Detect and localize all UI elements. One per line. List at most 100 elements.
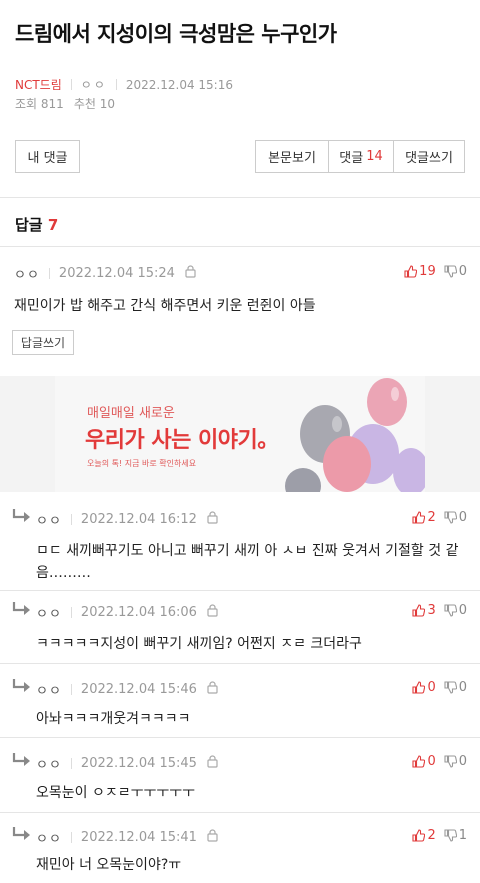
comment-author: ㅇㅇ	[36, 607, 62, 622]
downvote-button[interactable]: 0	[444, 680, 467, 695]
comment-votes: 19 0	[404, 264, 467, 279]
downvote-count: 0	[458, 680, 467, 695]
reply-arrow-icon	[12, 753, 30, 766]
comment-date: 2022.12.04 16:12	[80, 512, 197, 527]
comment-author: ㅇㅇ	[36, 514, 62, 529]
comments-button[interactable]: 댓글 14	[328, 141, 393, 172]
divider	[0, 246, 480, 247]
comment-date: 2022.12.04 15:24	[58, 266, 175, 281]
divider	[70, 832, 72, 843]
comment-text: 재민이가 밥 해주고 간식 해주면서 키운 런쥔이 아들	[14, 298, 316, 314]
lock-icon	[207, 511, 218, 528]
reply-arrow-icon	[12, 509, 30, 522]
divider	[70, 79, 72, 90]
comment-text: ㅋㅋㅋㅋㅋ지성이 뻐꾸기 새끼임? 어쩐지 ㅈㄹ 크더라구	[36, 636, 362, 652]
ad-tagline: 매일매일 새로운	[87, 406, 175, 421]
downvote-button[interactable]: 1	[444, 828, 467, 843]
upvote-button[interactable]: 0	[412, 680, 436, 695]
comment-meta: ㅇㅇ 2022.12.04 15:41	[36, 828, 218, 847]
post-stats: 조회 811 추천 10	[15, 95, 115, 112]
post-author: ㅇㅇ	[80, 78, 107, 92]
divider	[0, 663, 480, 664]
post-meta: NCT드림 ㅇㅇ 2022.12.04 15:16	[15, 76, 233, 93]
balloons-illustration	[285, 378, 425, 492]
view-post-button[interactable]: 본문보기	[256, 141, 328, 172]
ad-banner[interactable]: 매일매일 새로운 우리가 사는 이야기。 오늘의 톡! 지금 바로 확인하세요	[0, 376, 480, 492]
reply-arrow-icon	[12, 679, 30, 692]
view-count: 조회 811	[15, 97, 64, 111]
divider	[0, 812, 480, 813]
post-date: 2022.12.04 15:16	[125, 77, 233, 92]
comment-meta: ㅇㅇ 2022.12.04 15:45	[36, 754, 218, 773]
comment-date: 2022.12.04 15:45	[80, 756, 197, 771]
comments-label: 댓글	[339, 151, 364, 166]
downvote-button[interactable]: 0	[444, 754, 467, 769]
board-name[interactable]: NCT드림	[15, 76, 62, 93]
lock-icon	[207, 681, 218, 698]
comment-author: ㅇㅇ	[36, 684, 62, 699]
comment-author: ㅇㅇ	[14, 268, 40, 283]
upvote-count: 0	[427, 680, 436, 695]
thumbs-up-icon	[412, 755, 426, 768]
upvote-button[interactable]: 19	[404, 264, 436, 279]
comment-text: ㅁㄷ 새끼뻐꾸기도 아니고 뻐꾸기 새끼 아 ㅅㅂ 진짜 웃겨서 기절할 것 같…	[36, 543, 459, 581]
downvote-count: 0	[458, 510, 467, 525]
downvote-button[interactable]: 0	[444, 603, 467, 618]
replies-heading: 답글 7	[15, 214, 58, 235]
ad-caption: 오늘의 톡! 지금 바로 확인하세요	[87, 459, 197, 468]
thumbs-down-icon	[444, 511, 457, 524]
comment-votes: 0 0	[412, 680, 467, 695]
divider	[0, 197, 480, 198]
comment-actions: 본문보기 댓글 14 댓글쓰기	[255, 140, 465, 173]
upvote-count: 19	[419, 264, 436, 279]
comment-text: 아놔ㅋㅋㅋ개웃겨ㅋㅋㅋㅋ	[36, 711, 191, 727]
thumbs-up-icon	[404, 265, 418, 278]
thumbs-down-icon	[444, 604, 457, 617]
upvote-button[interactable]: 2	[412, 828, 436, 843]
downvote-button[interactable]: 0	[444, 510, 467, 525]
upvote-button[interactable]: 3	[412, 603, 436, 618]
reply-arrow-icon	[12, 602, 30, 615]
comment-meta: ㅇㅇ 2022.12.04 16:12	[36, 510, 218, 529]
divider	[0, 737, 480, 738]
divider	[70, 607, 72, 618]
lock-icon	[185, 265, 196, 282]
divider	[48, 268, 50, 279]
like-count: 추천 10	[73, 97, 115, 111]
reply-arrow-icon	[12, 827, 30, 840]
thumbs-up-icon	[412, 681, 426, 694]
lock-icon	[207, 755, 218, 772]
lock-icon	[207, 604, 218, 621]
upvote-count: 2	[427, 828, 436, 843]
upvote-count: 0	[427, 754, 436, 769]
divider	[70, 758, 72, 769]
ad-content: 매일매일 새로운 우리가 사는 이야기。 오늘의 톡! 지금 바로 확인하세요	[55, 376, 425, 492]
comment-meta: ㅇㅇ 2022.12.04 15:46	[36, 680, 218, 699]
downvote-count: 1	[458, 828, 467, 843]
ad-headline: 우리가 사는 이야기。	[85, 428, 279, 453]
reply-button[interactable]: 답글쓰기	[12, 330, 74, 355]
thumbs-down-icon	[444, 265, 457, 278]
my-comments-button[interactable]: 내 댓글	[15, 140, 80, 173]
comment-votes: 0 0	[412, 754, 467, 769]
thumbs-down-icon	[444, 755, 457, 768]
comment-date: 2022.12.04 15:41	[80, 830, 197, 845]
lock-icon	[207, 829, 218, 846]
downvote-button[interactable]: 0	[444, 264, 467, 279]
post-title: 드림에서 지성이의 극성맘은 누구인가	[15, 22, 337, 46]
comment-votes: 3 0	[412, 603, 467, 618]
thumbs-down-icon	[444, 829, 457, 842]
thumbs-up-icon	[412, 511, 426, 524]
comment-votes: 2 1	[412, 828, 467, 843]
downvote-count: 0	[458, 264, 467, 279]
write-comment-button[interactable]: 댓글쓰기	[393, 141, 464, 172]
comment-meta: ㅇㅇ 2022.12.04 16:06	[36, 603, 218, 622]
upvote-button[interactable]: 2	[412, 510, 436, 525]
thumbs-up-icon	[412, 829, 426, 842]
upvote-button[interactable]: 0	[412, 754, 436, 769]
comment-date: 2022.12.04 15:46	[80, 682, 197, 697]
comment-author: ㅇㅇ	[36, 832, 62, 847]
comment-text: 재민아 너 오목눈이야?ㅠ	[36, 857, 182, 873]
upvote-count: 3	[427, 603, 436, 618]
divider	[0, 590, 480, 591]
